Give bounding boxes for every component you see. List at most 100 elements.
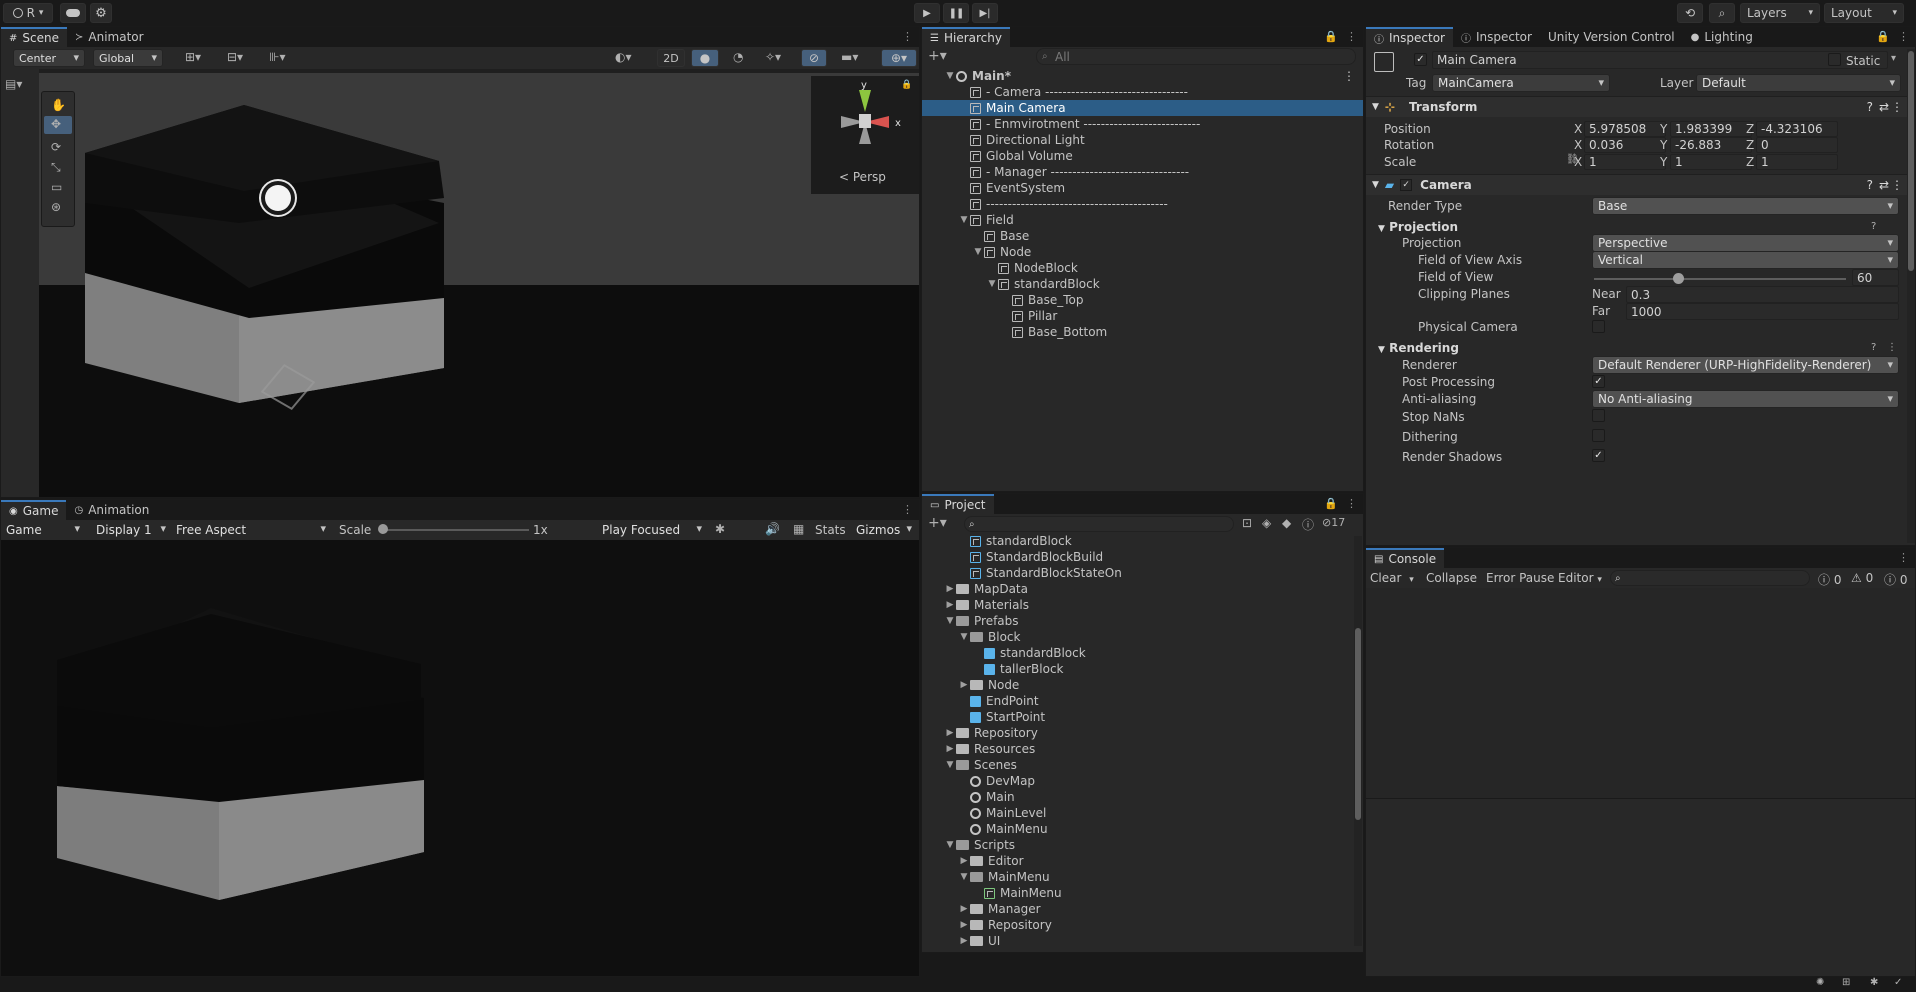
- label-icon[interactable]: ◆: [1282, 516, 1291, 530]
- overlay-menu-icon[interactable]: ▤▾: [5, 77, 22, 91]
- foldout-arrow-icon[interactable]: ▼: [944, 760, 956, 770]
- foldout-arrow-icon[interactable]: ▶: [958, 680, 970, 690]
- more-icon[interactable]: ⋮: [1898, 30, 1909, 43]
- foldout-arrow-icon[interactable]: ▶: [944, 584, 956, 594]
- foldout-arrow-icon[interactable]: ▶: [958, 856, 970, 866]
- project-item[interactable]: ▼ Scripts: [922, 837, 1352, 853]
- error-count-toggle[interactable]: ⓘ 0: [1884, 571, 1907, 588]
- hierarchy-item[interactable]: Base: [922, 228, 1363, 244]
- hand-tool-icon[interactable]: ✋: [51, 98, 66, 112]
- more-icon[interactable]: ⋮: [1343, 69, 1355, 83]
- lock-icon[interactable]: 🔒: [1324, 30, 1338, 43]
- transform-tool-icon[interactable]: ⊛: [51, 200, 61, 214]
- move-tool[interactable]: ✥: [44, 116, 72, 134]
- pause-button[interactable]: ❚❚: [943, 3, 969, 23]
- more-icon[interactable]: ⋮: [1891, 100, 1903, 114]
- effects-icon[interactable]: ✧▾: [765, 50, 781, 64]
- tab-animator[interactable]: ≻ Animator: [67, 27, 152, 47]
- static-checkbox[interactable]: [1828, 53, 1841, 66]
- project-item[interactable]: MainMenu: [922, 885, 1352, 901]
- hierarchy-item[interactable]: Base_Top: [922, 292, 1363, 308]
- render-shadows-checkbox[interactable]: ✓: [1592, 449, 1605, 462]
- hierarchy-item[interactable]: - Manager ------------------------------…: [922, 164, 1363, 180]
- scale-x-field[interactable]: 1: [1584, 154, 1666, 170]
- near-field[interactable]: 0.3: [1626, 286, 1899, 303]
- editor-dropdown[interactable]: Editor ▾: [1558, 571, 1602, 585]
- foldout-arrow-icon[interactable]: ▶: [944, 728, 956, 738]
- hierarchy-item[interactable]: - Camera -------------------------------…: [922, 84, 1363, 100]
- tab-hierarchy[interactable]: ☰ Hierarchy: [922, 27, 1010, 47]
- rotation-z-field[interactable]: 0: [1756, 137, 1838, 153]
- more-icon[interactable]: ⋮: [1891, 178, 1903, 192]
- stats-button[interactable]: Stats: [815, 523, 846, 537]
- foldout-arrow-icon[interactable]: ▼: [944, 71, 956, 81]
- hierarchy-item[interactable]: ▼ Field: [922, 212, 1363, 228]
- lock-icon[interactable]: 🔒: [901, 80, 912, 90]
- render-type-dropdown[interactable]: Base: [1592, 197, 1899, 215]
- foldout-arrow-icon[interactable]: ▼: [944, 840, 956, 850]
- project-item[interactable]: StandardBlockBuild: [922, 549, 1352, 565]
- foldout-arrow-icon[interactable]: ▼: [944, 616, 956, 626]
- inspector-scrollbar[interactable]: [1907, 49, 1915, 543]
- project-item[interactable]: ▶ Repository: [922, 917, 1352, 933]
- increment-snap-icon[interactable]: ⊟▾: [227, 50, 243, 64]
- hidden-objects-toggle[interactable]: ⊘: [801, 49, 827, 67]
- scene-viewport[interactable]: ✋ ✥ ⟳ ⤡ ▭ ⊛ x y < Persp 🔒: [39, 73, 919, 497]
- physical-camera-checkbox[interactable]: [1592, 320, 1605, 333]
- more-icon[interactable]: ⋮: [1346, 497, 1357, 510]
- hierarchy-item[interactable]: Pillar: [922, 308, 1363, 324]
- project-item[interactable]: ▼ Prefabs: [922, 613, 1352, 629]
- services-button[interactable]: ⚙: [90, 3, 112, 23]
- stop-nans-checkbox[interactable]: [1592, 409, 1605, 422]
- project-item[interactable]: ▼ Scenes: [922, 757, 1352, 773]
- tab-lighting[interactable]: ● Lighting: [1683, 27, 1761, 47]
- tab-project[interactable]: ▭ Project: [922, 494, 994, 514]
- projection-dropdown[interactable]: Perspective: [1592, 234, 1899, 252]
- scene-tab-menu[interactable]: ⋮: [902, 30, 913, 43]
- hierarchy-item[interactable]: Main Camera: [922, 100, 1363, 116]
- game-viewport[interactable]: [1, 540, 919, 976]
- project-item[interactable]: Main: [922, 789, 1352, 805]
- log-count-toggle[interactable]: ⓘ 0: [1818, 571, 1841, 588]
- anti-aliasing-dropdown[interactable]: No Anti-aliasing: [1592, 390, 1899, 408]
- camera-header[interactable]: ▼ ▰ ✓ Camera ? ⇄ ⋮: [1366, 174, 1907, 195]
- project-scrollbar-thumb[interactable]: [1355, 628, 1361, 820]
- clear-button[interactable]: Clear ▾: [1370, 571, 1414, 585]
- audio-toggle-icon[interactable]: ◔: [733, 50, 743, 64]
- grid-snap-icon[interactable]: ⊞▾: [185, 50, 201, 64]
- lock-icon[interactable]: 🔒: [1324, 497, 1338, 510]
- project-item[interactable]: DevMap: [922, 773, 1352, 789]
- collapse-button[interactable]: Collapse: [1426, 571, 1477, 585]
- hierarchy-item[interactable]: ----------------------------------------…: [922, 196, 1363, 212]
- hierarchy-item[interactable]: - Enmvirotment -------------------------…: [922, 116, 1363, 132]
- warning-count-toggle[interactable]: ⚠ 0: [1851, 571, 1873, 585]
- game-tab-menu[interactable]: ⋮: [902, 503, 913, 516]
- play-mode-dropdown[interactable]: Play Focused: [597, 521, 707, 539]
- foldout-arrow-icon[interactable]: ▶: [958, 904, 970, 914]
- hierarchy-item[interactable]: NodeBlock: [922, 260, 1363, 276]
- presets-icon[interactable]: ⇄: [1879, 100, 1889, 114]
- project-item[interactable]: StartPoint: [922, 709, 1352, 725]
- project-item[interactable]: standardBlock: [922, 645, 1352, 661]
- filter-icon[interactable]: ◈: [1262, 516, 1271, 530]
- foldout-arrow-icon[interactable]: ▼: [958, 215, 970, 225]
- fov-slider-thumb[interactable]: [1672, 273, 1684, 284]
- tab-version-control[interactable]: Unity Version Control: [1540, 27, 1683, 47]
- project-item[interactable]: ▶ Materials: [922, 597, 1352, 613]
- position-y-field[interactable]: 1.983399: [1670, 121, 1752, 137]
- hierarchy-search-input[interactable]: ⌕ All: [1036, 48, 1356, 65]
- draw-mode-icon[interactable]: ◐▾: [615, 50, 632, 64]
- info-icon[interactable]: ⓘ: [1302, 516, 1314, 533]
- help-icon[interactable]: ?: [1867, 178, 1873, 192]
- foldout-arrow-icon[interactable]: ▶: [958, 920, 970, 930]
- project-item[interactable]: EndPoint: [922, 693, 1352, 709]
- project-item[interactable]: ▶ MapData: [922, 581, 1352, 597]
- foldout-arrow-icon[interactable]: ▼: [972, 247, 984, 257]
- hierarchy-item[interactable]: Base_Bottom: [922, 324, 1363, 340]
- rotate-tool-icon[interactable]: ⟳: [51, 140, 61, 154]
- rotation-x-field[interactable]: 0.036: [1584, 137, 1666, 153]
- hierarchy-item[interactable]: Global Volume: [922, 148, 1363, 164]
- rendering-section[interactable]: ▼ Rendering: [1378, 341, 1459, 355]
- search-by-type-icon[interactable]: ⊡: [1242, 516, 1252, 530]
- camera-settings-icon[interactable]: ▬▾: [841, 50, 858, 64]
